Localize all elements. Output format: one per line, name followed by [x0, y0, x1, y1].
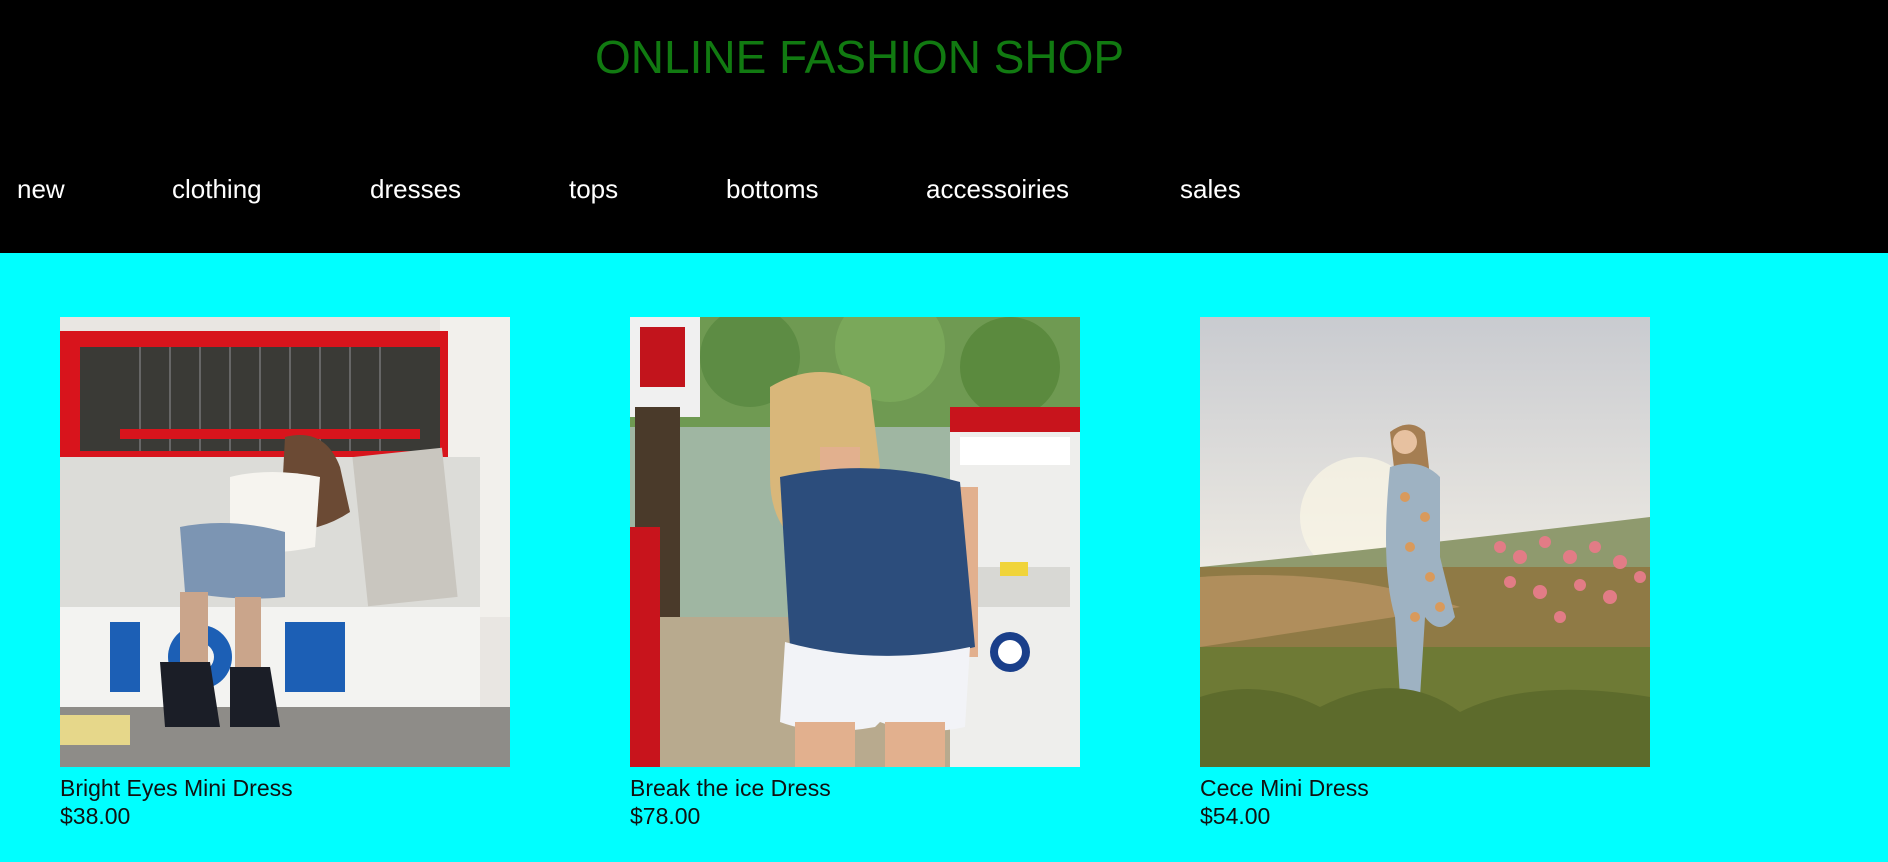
- site-title: ONLINE FASHION SHOP: [595, 31, 1125, 83]
- nav-item-bottoms[interactable]: bottoms: [726, 173, 819, 205]
- nav-item-accessoiries[interactable]: accessoiries: [926, 173, 1069, 205]
- product-image[interactable]: [1200, 317, 1650, 767]
- nav-item-clothing[interactable]: clothing: [172, 173, 262, 205]
- product-card[interactable]: Bright Eyes Mini Dress $38.00: [60, 317, 510, 830]
- nav-item-dresses[interactable]: dresses: [370, 173, 461, 205]
- product-name[interactable]: Bright Eyes Mini Dress: [60, 774, 510, 802]
- product-name[interactable]: Break the ice Dress: [630, 774, 1080, 802]
- site-header: ONLINE FASHION SHOP new clothing dresses…: [0, 0, 1888, 253]
- product-card[interactable]: Break the ice Dress $78.00: [630, 317, 1080, 830]
- product-name[interactable]: Cece Mini Dress: [1200, 774, 1650, 802]
- product-price: $54.00: [1200, 803, 1271, 829]
- product-price: $38.00: [60, 803, 131, 829]
- product-card[interactable]: Cece Mini Dress $54.00: [1200, 317, 1650, 830]
- product-image[interactable]: [60, 317, 510, 767]
- product-image[interactable]: [630, 317, 1080, 767]
- product-price: $78.00: [630, 803, 701, 829]
- nav-item-tops[interactable]: tops: [569, 173, 618, 205]
- nav-item-sales[interactable]: sales: [1180, 173, 1241, 205]
- nav-item-new[interactable]: new: [17, 173, 65, 205]
